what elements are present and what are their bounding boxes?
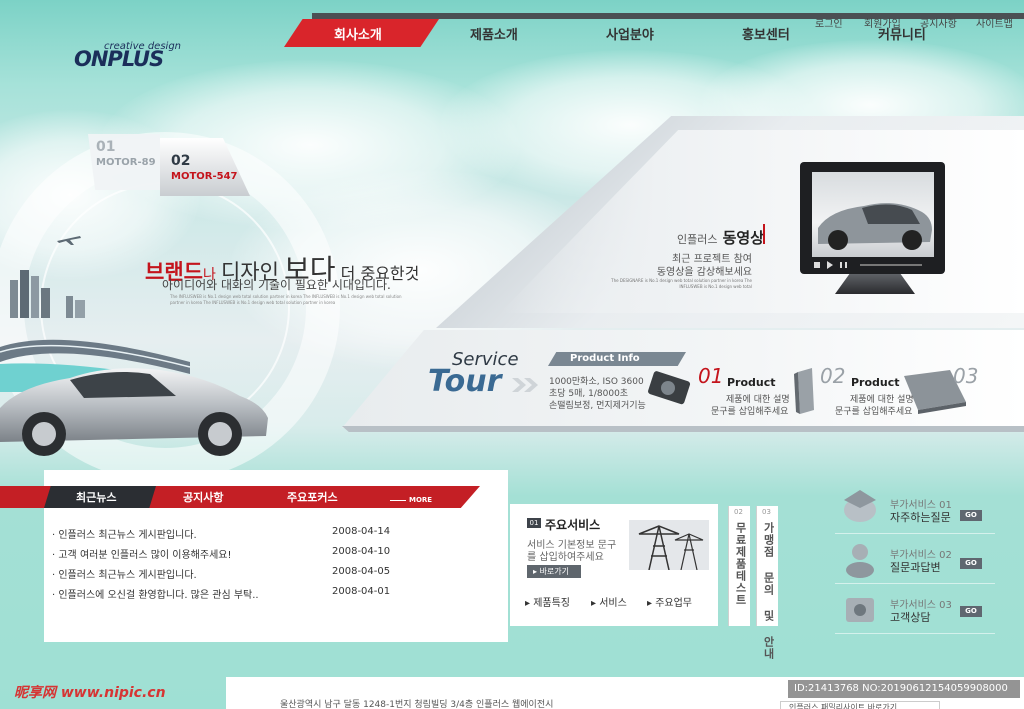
video-brand: 인플러스	[677, 233, 718, 246]
video-progress-bar[interactable]	[860, 264, 922, 266]
services-link-work[interactable]: ▸ 주요업무	[647, 594, 692, 609]
watermark-id: ID:21413768 NO:20190612154059908000	[788, 680, 1020, 698]
play-icon[interactable]	[826, 261, 834, 269]
video-heading: 인플러스 동영상	[620, 227, 764, 248]
addon-03-go-button[interactable]: GO	[960, 606, 982, 617]
addon-01-title[interactable]: 자주하는질문	[890, 509, 951, 525]
product-tower-icon[interactable]	[792, 366, 818, 416]
tour-tour-label: Tour	[428, 364, 502, 399]
watermark-site: 昵享网 www.nipic.cn	[14, 685, 166, 701]
tab-recent-news[interactable]: 최근뉴스	[76, 489, 116, 505]
page-background: 회사소개 제품소개 사업분야 홍보센터 커뮤니티 로그인 회원가입 공지사항 사…	[0, 0, 1024, 709]
services-link-features-label[interactable]: 제품특징	[533, 598, 570, 609]
news-item[interactable]: · 인플러스 최근뉴스 게시판입니다.	[52, 566, 197, 581]
tab-notices[interactable]: 공지사항	[183, 489, 223, 505]
nav-products[interactable]: 제품소개	[470, 24, 518, 43]
signup-link[interactable]: 회원가입	[864, 15, 901, 30]
nav-business[interactable]: 사업분야	[606, 24, 654, 43]
double-arrow-icon	[512, 378, 538, 392]
services-num-badge: 01	[527, 518, 541, 528]
news-item-title[interactable]: 인플러스 최근뉴스 게시판입니다.	[58, 570, 196, 581]
slogan-subtitle: 아이디어와 대화의 기술이 필요한 시대입니다.	[162, 278, 391, 292]
services-link-features[interactable]: ▸ 제품특징	[525, 594, 570, 609]
login-link[interactable]: 로그인	[815, 15, 843, 30]
family-site-select[interactable]: 인플러스 패밀리사이트 바로가기	[780, 701, 940, 709]
news-item[interactable]: · 인플러스 최근뉴스 게시판입니다.	[52, 526, 197, 541]
addon-02-title[interactable]: 질문과답변	[890, 559, 941, 575]
news-item[interactable]: · 인플러스에 오신걸 환영합니다. 많은 관심 부탁..	[52, 586, 259, 601]
airplane-icon	[57, 236, 81, 245]
car-video-thumbnail	[818, 203, 932, 250]
service-tour-shadow	[342, 426, 1024, 432]
footer-address: 울산광역시 남구 달동 1248-1번지 청림빌딩 3/4층 인플러스 웹에이전…	[280, 700, 554, 709]
video-accent-bar	[763, 224, 765, 244]
addon-01-go-button[interactable]: GO	[960, 510, 982, 521]
services-link-work-label[interactable]: 주요업무	[655, 598, 692, 609]
tour-item-03-title: Product	[851, 376, 900, 389]
news-item-date: 2008-04-10	[332, 546, 391, 557]
services-go-button[interactable]: ▸ 바로가기	[527, 565, 581, 578]
logo[interactable]: ONPLUS	[74, 47, 164, 71]
motor-tab-01-label: MOTOR-89	[96, 157, 156, 168]
news-item-title[interactable]: 고객 여러분 인플러스 많이 이용해주세요!	[58, 550, 231, 561]
video-line2: 동영상을 감상해보세요	[656, 267, 752, 278]
free-test-label[interactable]: 무료제품테스트	[732, 522, 748, 606]
news-item-title[interactable]: 인플러스에 오신걸 환영합니다. 많은 관심 부탁..	[58, 590, 258, 601]
motor-tab-02-label: MOTOR-547	[171, 171, 238, 182]
news-item-date: 2008-04-05	[332, 566, 391, 577]
services-title: 주요서비스	[545, 518, 601, 532]
tour-item-02-num: 02	[820, 364, 846, 388]
tour-item-02-l2: 문구를 삽입해주세요	[711, 407, 789, 417]
more-divider	[390, 500, 406, 501]
power-tower-image	[629, 520, 709, 570]
services-desc-2: 를 삽입하여주세요	[527, 552, 604, 563]
motor-tab-02-num: 02	[171, 153, 191, 169]
services-go-label: 바로가기	[539, 567, 570, 576]
notice-link[interactable]: 공지사항	[920, 15, 957, 30]
sitemap-link[interactable]: 사이트맵	[976, 15, 1013, 30]
addon-02-go-button[interactable]: GO	[960, 558, 982, 569]
news-item-title[interactable]: 인플러스 최근뉴스 게시판입니다.	[58, 530, 196, 541]
franchise-label[interactable]: 가맹점 문의 및 안내	[760, 522, 776, 660]
tab-focus[interactable]: 주요포커스	[287, 489, 338, 505]
nav-pr-center[interactable]: 홍보센터	[742, 24, 790, 43]
news-more-link[interactable]: MORE	[409, 496, 432, 504]
tour-item-03-num: 03	[953, 364, 979, 388]
pause-icon[interactable]	[845, 262, 847, 268]
news-item-date: 2008-04-14	[332, 526, 391, 537]
header-bar	[312, 13, 1024, 19]
services-link-service[interactable]: ▸ 서비스	[591, 594, 627, 609]
camera-icon[interactable]	[646, 370, 694, 408]
nav-company[interactable]: 회사소개	[334, 24, 382, 43]
vcol-03-num: 03	[762, 508, 771, 516]
stop-icon[interactable]	[814, 262, 820, 268]
news-item-date: 2008-04-01	[332, 586, 391, 597]
silver-car	[0, 368, 268, 456]
consult-icon	[846, 598, 874, 622]
pause-icon[interactable]	[840, 262, 842, 268]
motor-tab-01-num: 01	[96, 139, 116, 155]
video-small-text: The DESIGNARE is No.1 design web total s…	[611, 278, 752, 289]
qna-icon	[846, 544, 874, 578]
news-item[interactable]: · 고객 여러분 인플러스 많이 이용해주세요!	[52, 546, 231, 561]
city-buildings	[10, 270, 85, 318]
info-line-3: 손떨림보정, 먼지제거기능	[549, 401, 646, 411]
video-title: 동영상	[722, 229, 764, 247]
tour-item-01-num: 01	[698, 364, 724, 388]
product-info-label: Product Info	[570, 353, 640, 364]
vcol-02-num: 02	[734, 508, 743, 516]
services-link-service-label[interactable]: 서비스	[599, 598, 627, 609]
addon-03-title[interactable]: 고객상담	[890, 609, 930, 625]
tour-item-02-title: Product	[727, 376, 776, 389]
slogan-small-text: The INFLUSWEB is No.1 design web total s…	[170, 294, 402, 305]
faq-icon	[844, 490, 876, 522]
